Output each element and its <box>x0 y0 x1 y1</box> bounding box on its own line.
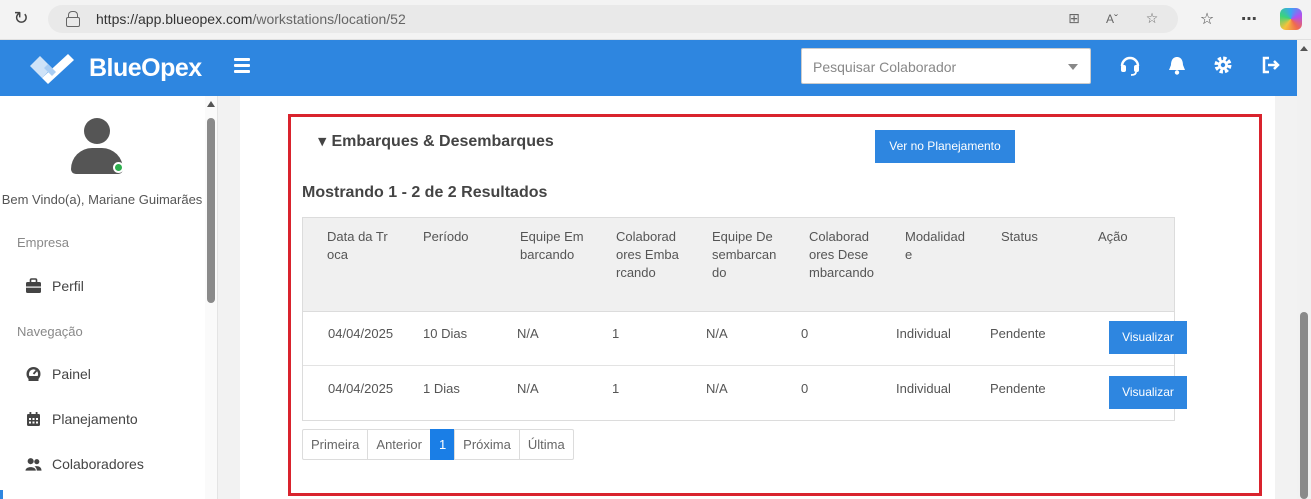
bell-icon[interactable] <box>1166 54 1188 76</box>
cell-period: 10 Dias <box>423 326 468 341</box>
table-row: 04/04/2025 10 Dias N/A 1 N/A 0 Individua… <box>303 312 1187 366</box>
sidebar-scroll-thumb[interactable] <box>207 118 215 303</box>
pagination: Primeira Anterior 1 Próxima Última <box>302 429 574 460</box>
scroll-up-icon[interactable] <box>207 101 215 107</box>
column-header: Colaboradores Desembarcando <box>809 229 875 280</box>
cell-date: 04/04/2025 <box>328 381 394 396</box>
lock-icon[interactable] <box>66 11 80 27</box>
view-button[interactable]: Visualizar <box>1109 376 1187 409</box>
column-header: Data da Troca <box>327 229 388 262</box>
sidebar: Bem Vindo(a), Mariane Guimarães Empresa … <box>0 96 218 499</box>
view-button[interactable]: Visualizar <box>1109 321 1187 354</box>
browser-toolbar: ↻ https://app.blueopex.com/workstations/… <box>0 0 1311 40</box>
favorite-star-icon[interactable]: ☆ <box>1142 9 1162 29</box>
gear-icon[interactable] <box>1212 54 1234 76</box>
page-scroll-thumb[interactable] <box>1300 312 1308 499</box>
logout-icon[interactable] <box>1260 54 1282 76</box>
scroll-up-icon[interactable] <box>1300 46 1308 51</box>
search-collaborator-select[interactable]: Pesquisar Colaborador <box>801 48 1091 84</box>
users-icon <box>25 458 42 471</box>
more-options-icon[interactable]: ⋯ <box>1237 8 1261 30</box>
results-count: Mostrando 1 - 2 de 2 Resultados <box>302 184 548 201</box>
column-header: Status <box>1001 229 1038 244</box>
gauge-icon <box>26 367 41 381</box>
copilot-icon[interactable] <box>1280 8 1302 30</box>
page-last-button[interactable]: Última <box>518 429 574 460</box>
brand-name: BlueOpex <box>89 54 202 82</box>
sidebar-item-painel[interactable]: Painel <box>0 356 204 392</box>
section-title: Embarques & Desembarques <box>331 133 554 150</box>
briefcase-icon <box>26 278 41 293</box>
cell-status: Pendente <box>990 326 1046 341</box>
cell-period: 1 Dias <box>423 381 460 396</box>
cell-date: 04/04/2025 <box>328 326 394 341</box>
page-prev-button[interactable]: Anterior <box>367 429 431 460</box>
reload-icon[interactable]: ↻ <box>10 8 32 30</box>
table-header: Data da Troca Período Equipe Embarcando … <box>303 218 1174 312</box>
cell-collab-in: 1 <box>612 326 620 341</box>
avatar <box>71 118 124 176</box>
cell-team-out: N/A <box>706 326 728 341</box>
logo-icon <box>30 54 74 84</box>
cell-status: Pendente <box>990 381 1046 396</box>
page-current-button[interactable]: 1 <box>429 429 456 460</box>
chevron-down-icon[interactable] <box>1068 64 1078 70</box>
column-header: Equipe Embarcando <box>520 229 584 262</box>
sidebar-item-label: Perfil <box>52 278 84 294</box>
menu-toggle-icon[interactable] <box>234 58 250 73</box>
sidebar-item-planejamento[interactable]: Planejamento <box>0 401 204 437</box>
search-placeholder: Pesquisar Colaborador <box>813 59 957 75</box>
column-header: Colaboradores Embarcando <box>616 229 679 280</box>
headset-icon[interactable] <box>1119 54 1141 76</box>
cell-team-in: N/A <box>517 381 539 396</box>
sidebar-scrollbar[interactable] <box>205 96 217 499</box>
sidebar-item-label: Painel <box>52 366 91 382</box>
column-header: Modalidade <box>905 229 965 262</box>
sidebar-heading-empresa: Empresa <box>17 235 70 250</box>
cell-collab-in: 1 <box>612 381 620 396</box>
table-row: 04/04/2025 1 Dias N/A 1 N/A 0 Individual… <box>303 367 1187 421</box>
online-status-dot <box>113 162 124 173</box>
cell-mode: Individual <box>896 381 951 396</box>
cell-mode: Individual <box>896 326 951 341</box>
page-first-button[interactable]: Primeira <box>302 429 369 460</box>
sidebar-active-indicator <box>0 490 3 499</box>
sidebar-item-label: Planejamento <box>52 411 138 427</box>
view-planning-button[interactable]: Ver no Planejamento <box>875 130 1015 163</box>
sidebar-heading-navegacao: Navegação <box>17 324 83 339</box>
sidebar-item-label: Colaboradores <box>52 456 144 472</box>
column-header: Ação <box>1098 229 1128 244</box>
cell-team-in: N/A <box>517 326 539 341</box>
section-toggle[interactable]: ▼ Embarques & Desembarques <box>318 133 554 151</box>
app-grid-icon[interactable]: ⊞ <box>1064 9 1084 29</box>
column-header: Equipe Desembarcando <box>712 229 777 280</box>
column-header: Período <box>423 229 469 244</box>
page-scrollbar[interactable] <box>1297 40 1311 499</box>
sidebar-item-colaboradores[interactable]: Colaboradores <box>0 446 204 482</box>
favorites-icon[interactable]: ☆ <box>1195 8 1219 30</box>
url-text[interactable]: https://app.blueopex.com/workstations/lo… <box>96 11 406 27</box>
cell-collab-out: 0 <box>801 326 809 341</box>
calendar-icon <box>27 412 40 426</box>
sidebar-item-perfil[interactable]: Perfil <box>0 268 204 304</box>
triangle-down-icon[interactable]: ▼ <box>318 135 326 148</box>
address-bar[interactable]: https://app.blueopex.com/workstations/lo… <box>48 5 1178 33</box>
exchanges-table: Data da Troca Período Equipe Embarcando … <box>302 217 1187 421</box>
app-header: BlueOpex Pesquisar Colaborador <box>0 40 1297 96</box>
read-aloud-icon[interactable]: Aˇ <box>1102 9 1122 29</box>
cell-team-out: N/A <box>706 381 728 396</box>
cell-collab-out: 0 <box>801 381 809 396</box>
page-next-button[interactable]: Próxima <box>454 429 520 460</box>
welcome-text: Bem Vindo(a), Mariane Guimarães <box>1 192 203 207</box>
